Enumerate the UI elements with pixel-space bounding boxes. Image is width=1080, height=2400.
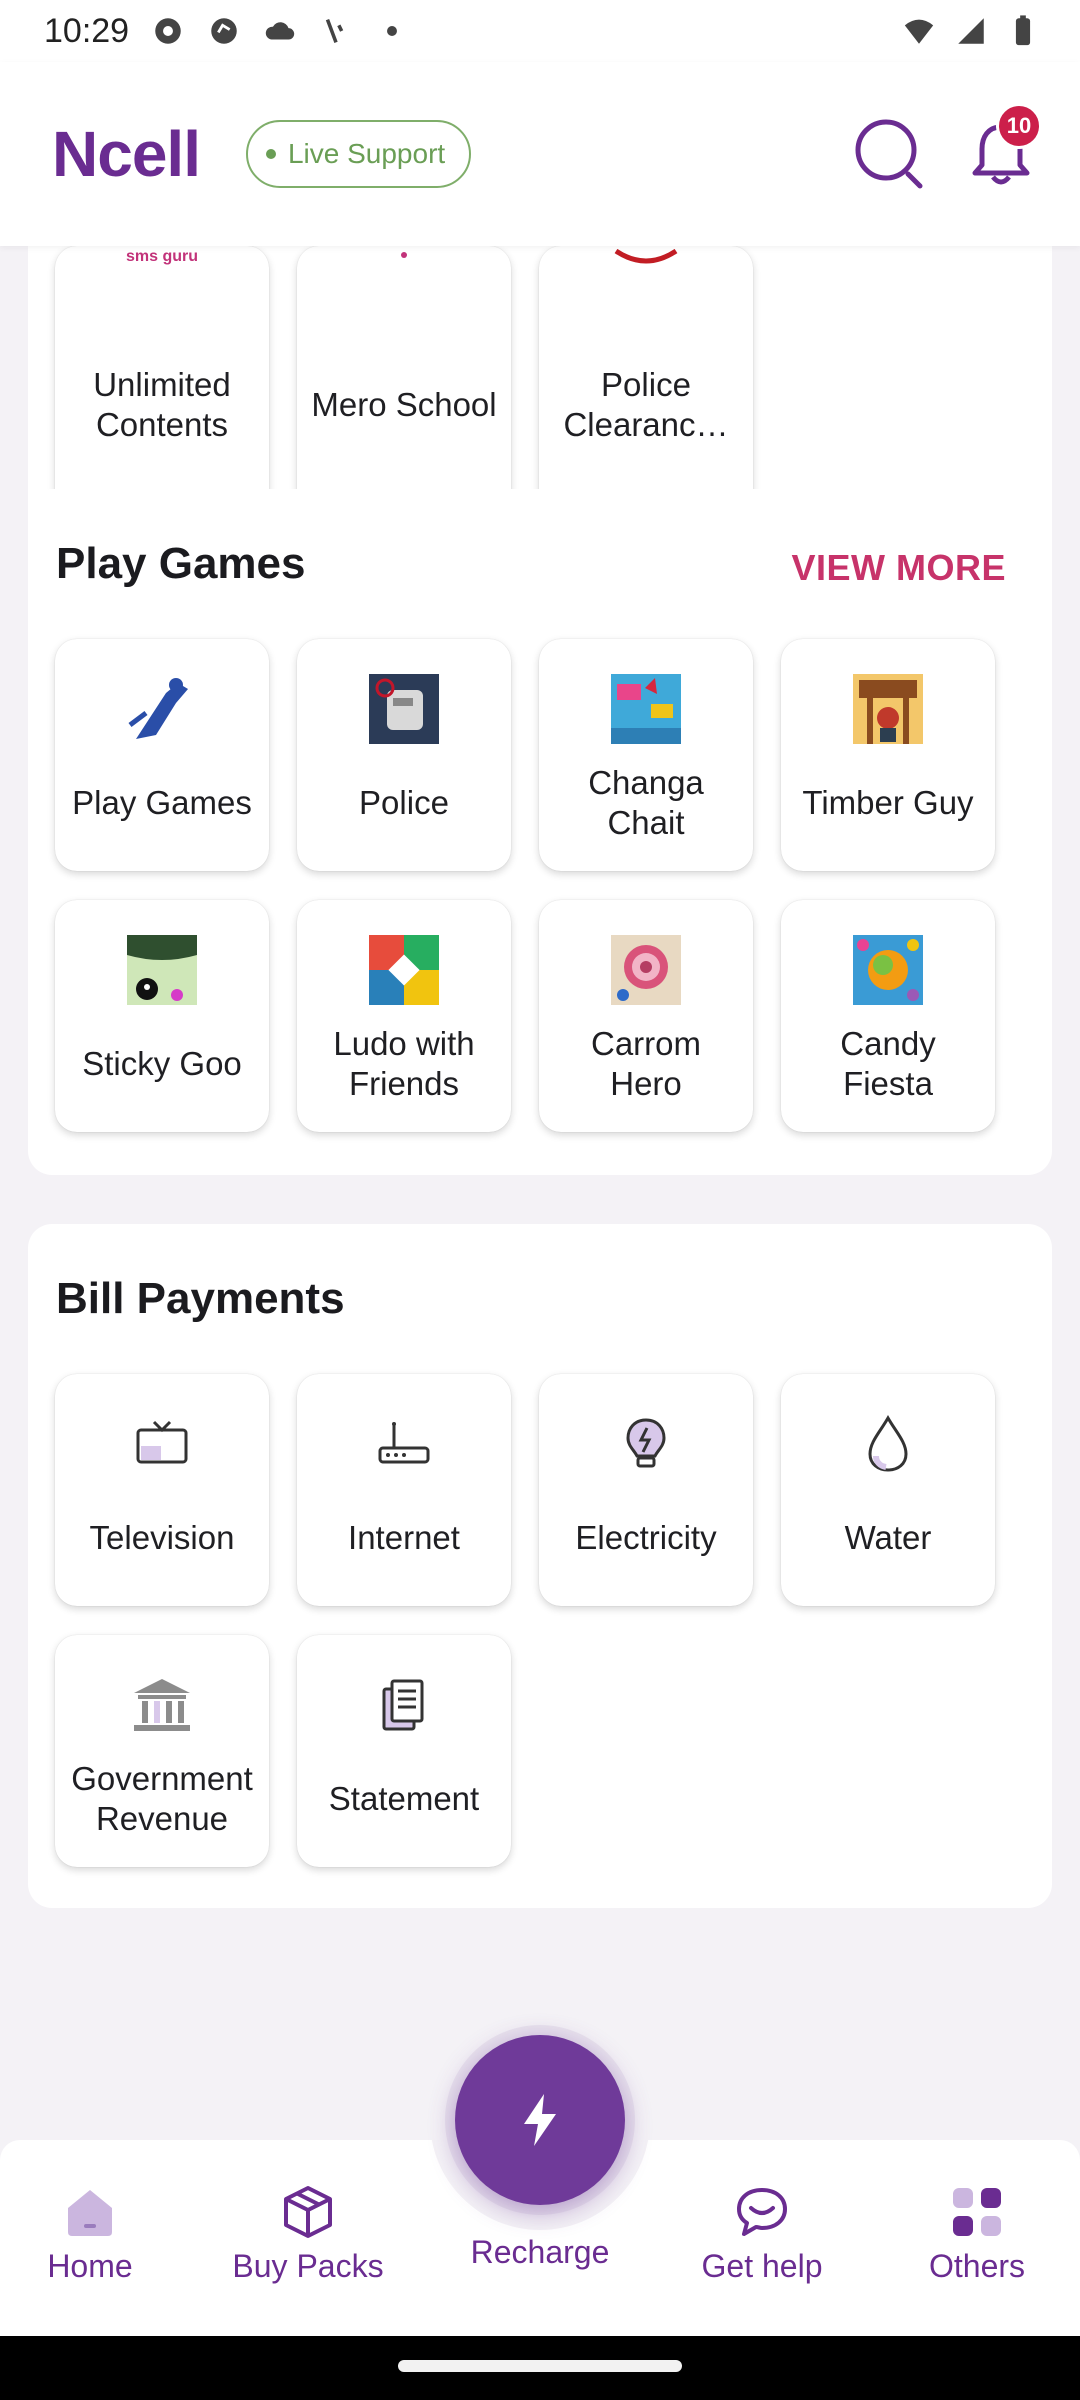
- notification-badge: 10: [996, 103, 1042, 149]
- police-clearance-icon: [610, 248, 682, 266]
- tile-candy-fiesta[interactable]: Candy Fiesta: [781, 900, 995, 1132]
- tile-label: Play Games: [72, 784, 252, 821]
- changa-chait-icon: [610, 673, 682, 745]
- tile-sticky-goo[interactable]: Sticky Goo: [55, 900, 269, 1132]
- play-games-card: Play Games VIEW MORE Play Games Police C…: [28, 489, 1052, 1175]
- nav-get-help-label: Get help: [701, 2248, 823, 2284]
- recharge-fab-button[interactable]: [455, 2035, 625, 2205]
- tile-label: Statement: [328, 1780, 480, 1817]
- tile-label: Carrom Hero: [590, 1025, 701, 1102]
- tile-label: Ludo with Friends: [333, 1025, 475, 1102]
- notifications-button[interactable]: 10: [966, 103, 1042, 189]
- tile-ludo[interactable]: Ludo with Friends: [297, 900, 511, 1132]
- tile-label: Timber Guy: [802, 784, 974, 821]
- sms-guru-icon: sms guru: [126, 248, 199, 265]
- tile-label: Candy Fiesta: [840, 1025, 936, 1102]
- tile-internet[interactable]: Internet: [297, 1374, 511, 1606]
- tile-police[interactable]: Police: [297, 639, 511, 871]
- router-icon: [368, 1408, 440, 1480]
- nav-home-label: Home: [47, 2248, 133, 2284]
- search-icon[interactable]: [852, 116, 928, 192]
- wifi-icon: [904, 19, 934, 44]
- bill-payments-card: Bill Payments Television Internet Electr…: [28, 1224, 1052, 1908]
- nav-others[interactable]: Others: [887, 2182, 1067, 2285]
- view-more-link[interactable]: VIEW MORE: [791, 547, 1006, 589]
- status-time: 10:29: [44, 11, 130, 50]
- tile-government-revenue[interactable]: Government Revenue: [55, 1635, 269, 1867]
- live-support-button[interactable]: Live Support: [245, 120, 472, 188]
- ncell-logo[interactable]: Ncell: [52, 117, 201, 191]
- settings-status-icon: [155, 18, 181, 44]
- tile-label: Water: [844, 1519, 932, 1556]
- tile-label: Television: [89, 1519, 235, 1556]
- tile-electricity[interactable]: Electricity: [539, 1374, 753, 1606]
- tile-water[interactable]: Water: [781, 1374, 995, 1606]
- system-gesture-bar: [0, 2336, 1080, 2400]
- tile-timber-guy[interactable]: Timber Guy: [781, 639, 995, 871]
- play-games-title: Play Games: [56, 539, 306, 588]
- lightning-icon: [524, 2094, 556, 2146]
- tile-label: Electricity: [575, 1519, 717, 1556]
- bill-payments-title: Bill Payments: [56, 1274, 345, 1323]
- home-gesture-handle[interactable]: [398, 2360, 682, 2372]
- sticky-goo-icon: [126, 934, 198, 1006]
- cricket-icon: [126, 673, 198, 745]
- tile-label: Sticky Goo: [82, 1045, 242, 1082]
- live-dot-icon: [265, 149, 276, 159]
- tile-label: Changa Chait: [588, 764, 704, 841]
- live-support-label: Live Support: [287, 138, 446, 169]
- status-bar: 10:29: [0, 0, 1080, 62]
- battery-icon: [1015, 15, 1031, 46]
- nav-others-label: Others: [928, 2248, 1026, 2284]
- nav-get-help[interactable]: Get help: [672, 2182, 852, 2285]
- tile-label: Government Revenue: [71, 1760, 253, 1837]
- tile-play-games[interactable]: Play Games: [55, 639, 269, 871]
- statement-icon: [368, 1669, 440, 1741]
- package-icon: [278, 2182, 338, 2242]
- tv-icon: [126, 1408, 198, 1480]
- timber-guy-icon: [852, 673, 924, 745]
- carrom-icon: [610, 934, 682, 1006]
- nav-buy-packs[interactable]: Buy Packs: [218, 2182, 398, 2285]
- tile-statement[interactable]: Statement: [297, 1635, 511, 1867]
- grid-apps-icon: [947, 2182, 1007, 2242]
- app-header: Ncell Live Support 10: [0, 62, 1080, 246]
- water-drop-icon: [852, 1408, 924, 1480]
- tile-carrom-hero[interactable]: Carrom Hero: [539, 900, 753, 1132]
- mero-school-icon: [368, 248, 440, 266]
- tile-changa-chait[interactable]: Changa Chait: [539, 639, 753, 871]
- cell-signal-icon: [958, 18, 984, 44]
- chat-help-icon: [732, 2182, 792, 2242]
- candy-icon: [852, 934, 924, 1006]
- nav-recharge-label[interactable]: Recharge: [440, 2234, 640, 2271]
- signal-off-status-icon: [325, 19, 344, 43]
- cloud-status-icon: [265, 22, 295, 40]
- tile-label: Police: [359, 784, 449, 821]
- nav-home[interactable]: Home: [0, 2182, 180, 2285]
- tile-label: Internet: [348, 1519, 460, 1556]
- sync-status-icon: [211, 18, 237, 44]
- main-content: sms guru Unlimited Contents Mero School …: [0, 246, 1080, 2140]
- government-building-icon: [126, 1669, 198, 1741]
- dot-status-icon: [387, 26, 398, 36]
- tile-television[interactable]: Television: [55, 1374, 269, 1606]
- ludo-icon: [368, 934, 440, 1006]
- home-icon: [60, 2182, 120, 2242]
- bulb-icon: [610, 1408, 682, 1480]
- nav-buy-packs-label: Buy Packs: [232, 2248, 384, 2284]
- police-game-icon: [368, 673, 440, 745]
